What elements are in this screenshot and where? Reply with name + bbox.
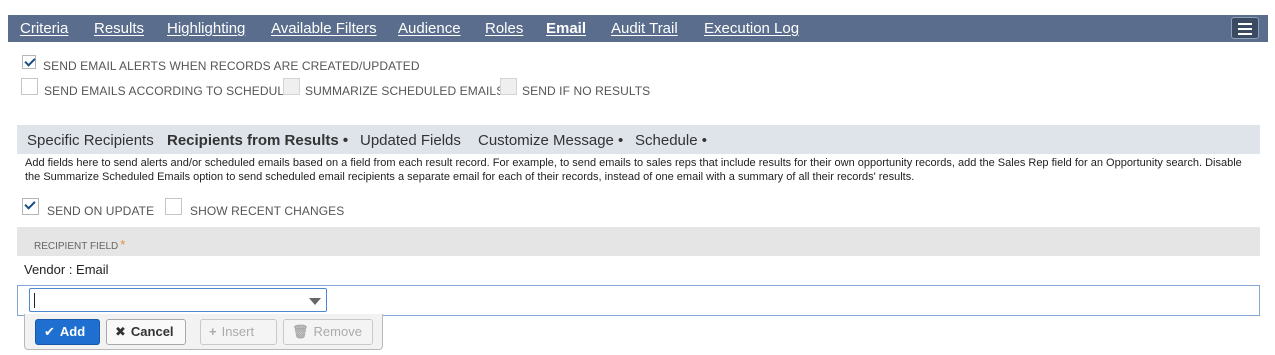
plus-icon: + xyxy=(209,324,217,339)
tab-roles[interactable]: Roles xyxy=(485,20,523,37)
send-on-update-checkbox[interactable] xyxy=(22,198,39,215)
row-button-bar: ✔ Add ✖ Cancel + Insert 🗑 Remove xyxy=(24,314,383,350)
send-alerts-checkbox[interactable] xyxy=(22,55,36,69)
tab-available-filters[interactable]: Available Filters xyxy=(271,20,377,37)
show-recent-changes-checkbox[interactable] xyxy=(165,198,182,215)
tab-audience[interactable]: Audience xyxy=(398,20,461,37)
subtab-customize-message[interactable]: Customize Message • xyxy=(478,132,623,149)
tab-criteria[interactable]: Criteria xyxy=(20,20,68,37)
recipient-field-select[interactable] xyxy=(29,288,327,312)
add-button[interactable]: ✔ Add xyxy=(35,319,100,345)
table-row[interactable]: Vendor : Email xyxy=(17,257,1260,286)
text-caret xyxy=(34,293,35,308)
trash-icon: 🗑 xyxy=(292,324,309,339)
subtab-schedule[interactable]: Schedule • xyxy=(635,132,707,149)
no-results-checkbox[interactable] xyxy=(500,78,517,95)
subtab-updated-fields[interactable]: Updated Fields xyxy=(360,132,461,149)
close-icon: ✖ xyxy=(115,324,126,339)
tab-audit-trail[interactable]: Audit Trail xyxy=(611,20,678,37)
send-schedule-label: SEND EMAILS ACCORDING TO SCHEDULE xyxy=(44,84,293,98)
send-schedule-checkbox[interactable] xyxy=(21,78,38,95)
chevron-down-icon[interactable] xyxy=(309,298,321,305)
menu-icon[interactable] xyxy=(1231,17,1259,39)
tab-execution-log[interactable]: Execution Log xyxy=(704,20,799,37)
summarize-label: SUMMARIZE SCHEDULED EMAILS xyxy=(305,84,505,98)
add-button-label: Add xyxy=(59,324,86,339)
recipient-field-header: RECIPIENT FIELD * xyxy=(34,237,126,252)
subtab-bar: Specific Recipients Recipients from Resu… xyxy=(17,125,1260,154)
top-tab-bar: Criteria Results Highlighting Available … xyxy=(8,15,1268,42)
tab-highlighting[interactable]: Highlighting xyxy=(167,20,245,37)
check-icon: ✔ xyxy=(44,324,55,339)
table-header: RECIPIENT FIELD * xyxy=(17,227,1260,256)
tab-results[interactable]: Results xyxy=(94,20,144,37)
remove-button[interactable]: 🗑 Remove xyxy=(283,319,373,345)
help-text: Add fields here to send alerts and/or sc… xyxy=(25,157,1242,183)
no-results-label: SEND IF NO RESULTS xyxy=(522,84,651,98)
cancel-button-label: Cancel xyxy=(130,324,174,339)
subtab-recipients-from-results[interactable]: Recipients from Results • xyxy=(167,132,348,149)
send-on-update-label: SEND ON UPDATE xyxy=(47,204,155,218)
subtab-specific-recipients[interactable]: Specific Recipients xyxy=(27,132,154,149)
required-marker: * xyxy=(120,237,126,252)
cancel-button[interactable]: ✖ Cancel xyxy=(106,319,186,345)
summarize-checkbox[interactable] xyxy=(283,78,300,95)
table-cell: Vendor : Email xyxy=(24,262,109,277)
send-alerts-label: SEND EMAIL ALERTS WHEN RECORDS ARE CREAT… xyxy=(43,59,420,73)
edit-row xyxy=(17,285,1260,316)
show-recent-changes-label: SHOW RECENT CHANGES xyxy=(190,204,345,218)
insert-button[interactable]: + Insert xyxy=(200,319,277,345)
tab-email[interactable]: Email xyxy=(546,20,586,37)
remove-button-label: Remove xyxy=(313,324,362,339)
insert-button-label: Insert xyxy=(221,324,255,339)
